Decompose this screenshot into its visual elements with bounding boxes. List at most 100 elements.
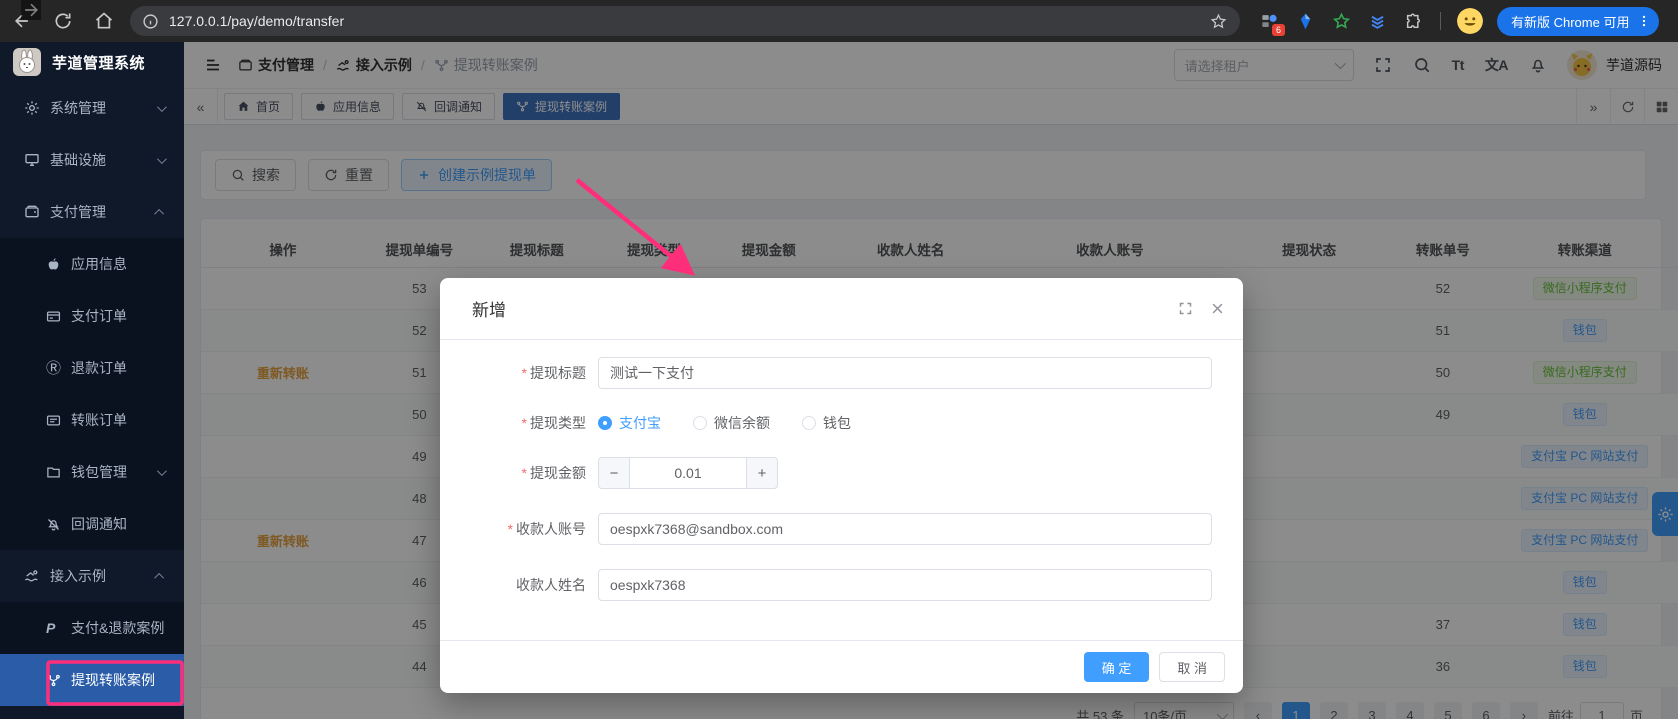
- sidebar-item-label: 钱包管理: [71, 462, 127, 482]
- amount-value[interactable]: 0.01: [629, 458, 747, 488]
- extension-icon[interactable]: [1368, 12, 1387, 31]
- chevron-down-icon: [157, 466, 167, 476]
- wallet-icon: [24, 204, 40, 220]
- dialog-header: 新增: [440, 278, 1243, 340]
- chrome-update-label: 有新版 Chrome 可用: [1511, 12, 1629, 31]
- extension-icon[interactable]: [1296, 12, 1315, 31]
- dialog-footer: 确 定 取 消: [440, 640, 1243, 693]
- payee-name-input[interactable]: [598, 569, 1212, 601]
- trident-icon: [46, 673, 61, 688]
- screen: 127.0.0.1/pay/demo/transfer 6: [0, 0, 1678, 719]
- amount-stepper: − 0.01 +: [598, 457, 778, 489]
- sidebar-item-label: 系统管理: [50, 98, 106, 118]
- confirm-button[interactable]: 确 定: [1084, 652, 1150, 682]
- chrome-update-button[interactable]: 有新版 Chrome 可用: [1497, 7, 1659, 36]
- extension-icon[interactable]: [1332, 12, 1351, 31]
- browser-profile-avatar[interactable]: [1457, 8, 1483, 34]
- bookmark-star-icon[interactable]: [1210, 13, 1227, 30]
- sidebar-item-transfer-order[interactable]: 转账订单: [0, 394, 184, 446]
- dialog-body: *提现标题 *提现类型 支付宝 微信余额 钱包 *提现金额 − 0.01 +: [440, 340, 1243, 601]
- sidebar-item-label: 退款订单: [71, 358, 127, 378]
- create-withdraw-dialog: 新增 *提现标题 *提现类型 支付宝 微信余额 钱包 *提现金额: [440, 278, 1243, 693]
- monitor-icon: [24, 152, 40, 168]
- extension-badge: 6: [1272, 24, 1285, 36]
- cancel-button[interactable]: 取 消: [1159, 652, 1225, 682]
- radio-wallet[interactable]: 钱包: [802, 413, 851, 433]
- url-text: 127.0.0.1/pay/demo/transfer: [169, 13, 344, 29]
- browser-forward-icon[interactable]: [21, 0, 41, 20]
- chevron-up-icon: [154, 208, 164, 218]
- browser-home-icon[interactable]: [94, 11, 114, 31]
- sidebar-item-label: 支付管理: [50, 202, 106, 222]
- sidebar-item-infra[interactable]: 基础设施: [0, 134, 184, 186]
- sidebar-item-wallet-mgmt[interactable]: 钱包管理: [0, 446, 184, 498]
- chevron-down-icon: [157, 154, 167, 164]
- sidebar-item-demo[interactable]: 接入示例: [0, 550, 184, 602]
- radio-dot-icon: [598, 416, 612, 430]
- required-asterisk: *: [508, 521, 513, 537]
- required-asterisk: *: [522, 365, 527, 381]
- gear-icon: [24, 100, 40, 116]
- sidebar: 芋道管理系统 系统管理 基础设施 支付管理 应用信息 支付订单 Ⓡ 退款订单: [0, 42, 184, 719]
- sidebar-item-label: 支付订单: [71, 306, 127, 326]
- card-lines-icon: [46, 413, 61, 428]
- extensions-puzzle-icon[interactable]: [1404, 12, 1423, 31]
- sidebar-item-pay[interactable]: 支付管理: [0, 186, 184, 238]
- sidebar-item-label: 转账订单: [71, 410, 127, 430]
- extension-icon[interactable]: 6: [1260, 12, 1279, 31]
- apple-icon: [46, 257, 61, 272]
- app-logo[interactable]: 芋道管理系统: [0, 42, 184, 82]
- withdraw-title-input[interactable]: [598, 357, 1212, 389]
- field-label: 收款人账号: [516, 521, 586, 537]
- chevron-up-icon: [154, 572, 164, 582]
- required-asterisk: *: [522, 465, 527, 481]
- sidebar-item-label: 应用信息: [71, 254, 127, 274]
- form-row-name: 收款人姓名: [456, 569, 1227, 601]
- browser-extensions: 6: [1260, 12, 1423, 31]
- paypal-icon: P: [46, 621, 61, 636]
- decrease-button[interactable]: −: [599, 458, 629, 488]
- sidebar-item-pay-refund-demo[interactable]: P 支付&退款案例: [0, 602, 184, 654]
- bell-slash-icon: [46, 517, 61, 532]
- form-row-type: *提现类型 支付宝 微信余额 钱包: [456, 413, 1227, 433]
- sidebar-item-callback[interactable]: 回调通知: [0, 498, 184, 550]
- sidebar-item-system[interactable]: 系统管理: [0, 82, 184, 134]
- chevron-down-icon: [157, 102, 167, 112]
- field-label: 提现金额: [530, 465, 586, 481]
- increase-button[interactable]: +: [747, 458, 777, 488]
- browser-menu-icon[interactable]: [1637, 13, 1651, 29]
- sidebar-item-withdraw-demo[interactable]: 提现转账案例: [0, 654, 184, 706]
- sidebar-item-label: 提现转账案例: [71, 670, 155, 690]
- dialog-title: 新增: [472, 296, 506, 321]
- folder-icon: [46, 465, 61, 480]
- payee-account-input[interactable]: [598, 513, 1212, 545]
- browser-toolbar: 127.0.0.1/pay/demo/transfer 6: [0, 0, 1678, 42]
- swimmer-icon: [24, 568, 40, 584]
- form-row-amount: *提现金额 − 0.01 +: [456, 457, 1227, 489]
- toolbar-divider: [1440, 12, 1441, 30]
- withdraw-type-radio-group: 支付宝 微信余额 钱包: [598, 413, 883, 433]
- sidebar-item-pay-order[interactable]: 支付订单: [0, 290, 184, 342]
- field-label: 提现类型: [530, 415, 586, 431]
- dialog-fullscreen-icon[interactable]: [1178, 301, 1193, 316]
- form-row-title: *提现标题: [456, 357, 1227, 389]
- logo-rabbit-icon: [13, 48, 41, 76]
- field-label: 收款人姓名: [516, 577, 586, 593]
- app-title: 芋道管理系统: [52, 52, 145, 73]
- site-info-icon[interactable]: [142, 13, 159, 30]
- registered-icon: Ⓡ: [46, 361, 61, 376]
- dialog-close-icon[interactable]: [1210, 301, 1225, 316]
- radio-wechat-balance[interactable]: 微信余额: [693, 413, 770, 433]
- browser-reload-icon[interactable]: [53, 11, 73, 31]
- address-bar[interactable]: 127.0.0.1/pay/demo/transfer: [130, 6, 1240, 36]
- form-row-account: *收款人账号: [456, 513, 1227, 545]
- sidebar-item-label: 回调通知: [71, 514, 127, 534]
- card-icon: [46, 309, 61, 324]
- radio-dot-icon: [693, 416, 707, 430]
- sidebar-item-refund-order[interactable]: Ⓡ 退款订单: [0, 342, 184, 394]
- field-label: 提现标题: [530, 365, 586, 381]
- sidebar-item-label: 接入示例: [50, 566, 106, 586]
- radio-alipay[interactable]: 支付宝: [598, 413, 661, 433]
- required-asterisk: *: [522, 415, 527, 431]
- sidebar-item-app-info[interactable]: 应用信息: [0, 238, 184, 290]
